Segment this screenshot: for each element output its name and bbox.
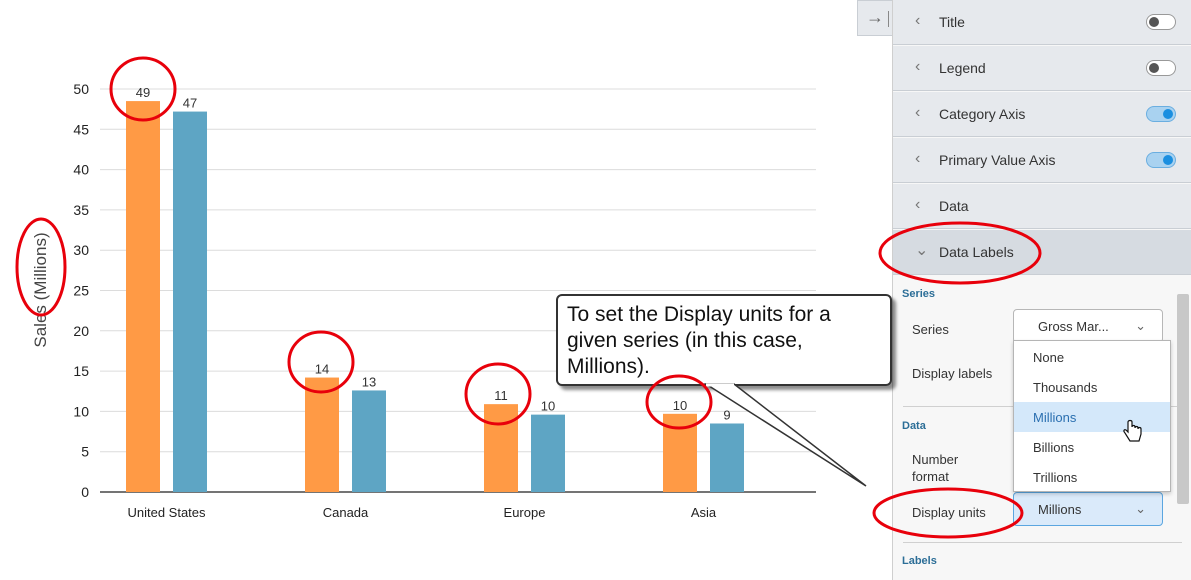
display-units-value: Millions	[1038, 502, 1082, 517]
bar	[663, 413, 697, 492]
y-tick-label: 10	[73, 403, 89, 419]
number-format-label: Number format	[912, 452, 959, 484]
section-data[interactable]: ‹ Data	[893, 184, 1191, 229]
y-tick-label: 20	[73, 323, 89, 339]
y-tick-label: 15	[73, 363, 89, 379]
bar	[305, 377, 339, 492]
callout-box: To set the Display units for a given ser…	[556, 294, 892, 386]
section-title[interactable]: ‹ Title	[893, 0, 1191, 45]
divider-bar	[888, 11, 889, 27]
data-label: 47	[183, 96, 197, 111]
option-millions[interactable]: Millions	[1014, 402, 1170, 432]
chevron-left-icon: ‹	[915, 58, 921, 75]
category-label: Asia	[691, 505, 717, 520]
option-trillions[interactable]: Trillions	[1014, 462, 1170, 492]
title-toggle[interactable]	[1146, 14, 1176, 30]
format-panel: ‹ Title ‹ Legend ‹ Category Axis ‹ Prima…	[892, 0, 1191, 580]
display-units-dropdown: None Thousands Millions Billions Trillio…	[1013, 340, 1171, 492]
category-label: Canada	[323, 505, 369, 520]
section-category-axis-label: Category Axis	[939, 106, 1026, 122]
section-data-labels[interactable]: ⌄ Data Labels	[893, 230, 1191, 275]
section-data-labels-label: Data Labels	[939, 244, 1014, 260]
display-labels-label: Display labels	[912, 366, 993, 381]
section-title-label: Title	[939, 14, 965, 30]
data-label: 13	[362, 374, 376, 389]
collapse-panel-button[interactable]: →	[857, 0, 892, 36]
bar	[531, 414, 565, 492]
bar	[126, 101, 160, 492]
series-select[interactable]: Gross Mar... ⌄	[1013, 309, 1163, 343]
y-tick-label: 35	[73, 202, 89, 218]
data-label: 10	[673, 398, 687, 413]
y-tick-label: 25	[73, 283, 89, 299]
y-tick-label: 40	[73, 162, 89, 178]
option-thousands[interactable]: Thousands	[1014, 372, 1170, 402]
series-heading: Series	[902, 288, 936, 300]
y-tick-label: 0	[81, 484, 89, 500]
section-legend[interactable]: ‹ Legend	[893, 46, 1191, 91]
section-primary-value-axis[interactable]: ‹ Primary Value Axis	[893, 138, 1191, 183]
option-billions[interactable]: Billions	[1014, 432, 1170, 462]
chevron-left-icon: ‹	[915, 196, 921, 213]
display-units-label: Display units	[912, 505, 986, 520]
y-tick-label: 50	[73, 81, 89, 97]
bar	[173, 111, 207, 493]
chevron-left-icon: ‹	[915, 12, 921, 29]
section-data-label: Data	[939, 198, 969, 214]
category-axis-toggle[interactable]	[1146, 106, 1176, 122]
chevron-left-icon: ‹	[915, 150, 921, 167]
callout-text: To set the Display units for a given ser…	[567, 303, 831, 378]
display-units-select[interactable]: Millions ⌄	[1013, 492, 1163, 526]
bar	[484, 404, 518, 492]
primary-value-axis-toggle[interactable]	[1146, 152, 1176, 168]
data-label: 49	[136, 85, 150, 100]
divider	[903, 542, 1182, 543]
y-tick-label: 30	[73, 242, 89, 258]
data-label: 14	[315, 362, 329, 377]
panel-scrollbar[interactable]	[1177, 294, 1189, 504]
bar-chart: 0 5 10 15 20 25 30 35 40 45 50 Sales (Millions) 49 47…	[31, 81, 816, 520]
data-heading: Data	[902, 420, 926, 432]
data-label: 10	[541, 399, 555, 414]
category-label: United States	[127, 505, 206, 520]
option-none[interactable]: None	[1014, 342, 1170, 372]
section-legend-label: Legend	[939, 60, 986, 76]
series-label: Series	[912, 322, 949, 337]
section-primary-value-axis-label: Primary Value Axis	[939, 152, 1056, 168]
labels-heading: Labels	[902, 555, 937, 567]
chevron-down-icon: ⌄	[915, 242, 929, 259]
chevron-down-icon: ⌄	[1135, 501, 1146, 516]
chart-area: 0 5 10 15 20 25 30 35 40 45 50 Sales (Millions) 49 47…	[0, 0, 860, 580]
series-select-value: Gross Mar...	[1038, 319, 1109, 334]
data-label: 9	[723, 407, 730, 422]
bar	[352, 390, 386, 492]
chevron-down-icon: ⌄	[1135, 318, 1146, 333]
chevron-left-icon: ‹	[915, 104, 921, 121]
y-tick-label: 5	[81, 444, 89, 460]
y-axis-label: Sales (Millions)	[31, 232, 50, 347]
legend-toggle[interactable]	[1146, 60, 1176, 76]
section-category-axis[interactable]: ‹ Category Axis	[893, 92, 1191, 137]
data-label: 11	[494, 388, 508, 403]
arrow-right-icon: →	[866, 7, 884, 27]
category-label: Europe	[504, 505, 546, 520]
bar	[710, 423, 744, 492]
y-tick-label: 45	[73, 121, 89, 137]
